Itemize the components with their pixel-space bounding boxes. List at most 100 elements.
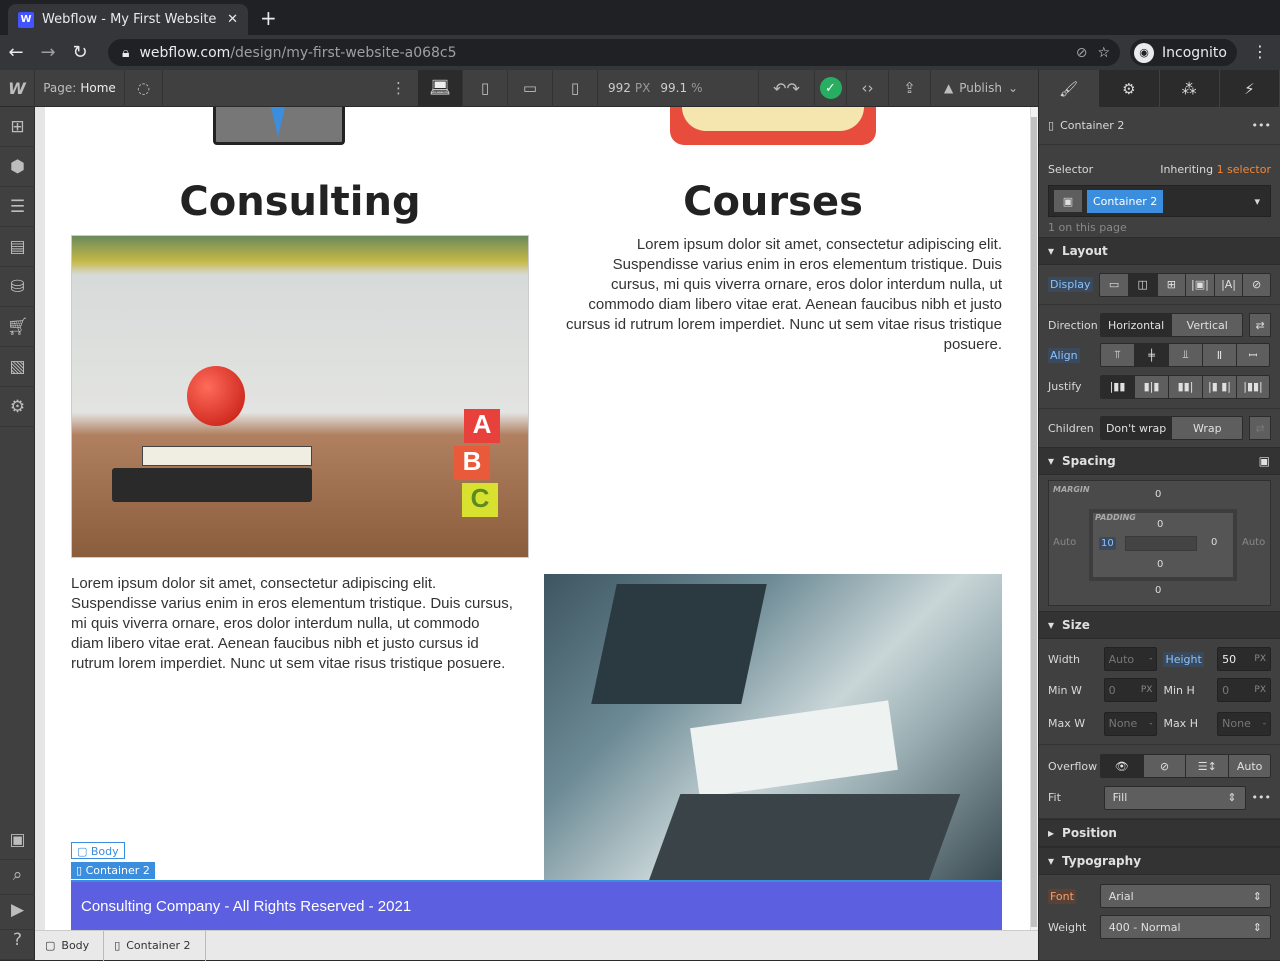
preview-eye-icon[interactable]: ◌ xyxy=(125,69,163,107)
selector-chip[interactable]: Container 2 xyxy=(1087,189,1164,213)
publish-button[interactable]: ▲ Publish ⌄ xyxy=(931,70,1031,107)
weight-select[interactable]: 400 - Normal ⇕ xyxy=(1099,915,1271,939)
fit-more-icon[interactable]: ••• xyxy=(1252,791,1271,804)
selector-field[interactable]: ▣ Container 2 ▾ xyxy=(1048,185,1271,217)
display-inline-block-icon[interactable]: |▣| xyxy=(1186,273,1215,296)
more-options-icon[interactable]: ••• xyxy=(1252,119,1271,132)
display-none-icon[interactable]: ⊘ xyxy=(1243,274,1270,296)
mobile-portrait-breakpoint-icon[interactable]: ▯ xyxy=(553,69,598,107)
forward-icon[interactable]: → xyxy=(32,42,64,63)
style-tab-brush-icon[interactable]: 🖌︎ xyxy=(1039,70,1100,107)
tablet-breakpoint-icon[interactable]: ▯ xyxy=(463,69,508,107)
help-icon[interactable]: ? xyxy=(0,920,35,960)
search-icon[interactable]: ⌕ xyxy=(0,855,35,895)
breadcrumb-container[interactable]: ▯ Container 2 xyxy=(104,930,206,961)
canvas-scroll-thumb[interactable] xyxy=(1031,117,1037,927)
height-input[interactable]: 50 PX xyxy=(1217,647,1271,671)
overflow-scroll-icon[interactable]: ☰↕ xyxy=(1186,755,1230,777)
url-input[interactable]: 🔒︎ webflow.com/design/my-first-website-a… xyxy=(108,39,1120,66)
browser-menu-icon[interactable]: ⋮ xyxy=(1252,42,1268,61)
selector-state-icon[interactable]: ▣ xyxy=(1053,189,1083,213)
padding-top[interactable]: 0 xyxy=(1157,519,1163,530)
page-selector[interactable]: Page: Home xyxy=(35,69,125,107)
style-manager-tab-drops-icon[interactable]: ⁂ xyxy=(1160,70,1220,107)
margin-right[interactable]: Auto xyxy=(1242,537,1265,548)
audit-icon[interactable]: ▣ xyxy=(0,820,35,860)
padding-editor[interactable]: PADDING 0 10 0 0 xyxy=(1089,509,1237,581)
justify-around-icon[interactable]: |▮▮| xyxy=(1237,376,1269,398)
display-grid-icon[interactable]: ⊞ xyxy=(1158,273,1187,296)
breadcrumb-body[interactable]: ▢ Body xyxy=(35,930,105,961)
spacing-editor[interactable]: MARGIN 0 Auto Auto 0 PADDING 0 10 0 0 xyxy=(1048,480,1271,606)
size-section-header[interactable]: ▾ Size xyxy=(1039,611,1280,639)
margin-top[interactable]: 0 xyxy=(1155,489,1161,500)
fit-select[interactable]: Fill ⇕ xyxy=(1103,785,1246,810)
incognito-badge[interactable]: ◉ Incognito xyxy=(1130,39,1237,66)
more-icon[interactable]: ⋮ xyxy=(163,70,418,107)
align-center-icon[interactable]: ╪ xyxy=(1135,344,1169,366)
mobile-landscape-breakpoint-icon[interactable]: ▭ xyxy=(508,69,553,107)
align-baseline-icon[interactable]: ꟷ xyxy=(1237,344,1269,366)
settings-tab-gear-icon[interactable]: ⚙ xyxy=(1099,70,1160,107)
min-width-input[interactable]: 0 PX xyxy=(1103,678,1158,702)
font-select[interactable]: Arial ⇕ xyxy=(1099,884,1271,908)
body-selection-tag[interactable]: ▢ Body xyxy=(71,842,125,859)
spacing-box-icon[interactable]: ▣ xyxy=(1259,454,1270,468)
cms-icon[interactable]: ⛁ xyxy=(0,267,35,307)
children-dont-wrap[interactable]: Don't wrap xyxy=(1100,417,1173,439)
padding-right[interactable]: 0 xyxy=(1211,537,1217,548)
padding-bottom[interactable]: 0 xyxy=(1157,559,1163,570)
typography-section-header[interactable]: ▾ Typography xyxy=(1039,847,1280,875)
justify-between-icon[interactable]: |▮ ▮| xyxy=(1203,375,1237,398)
layout-section-header[interactable]: ▾ Layout xyxy=(1039,237,1280,265)
footer[interactable]: Consulting Company - All Rights Reserved… xyxy=(71,880,1002,930)
position-section-header[interactable]: ▸ Position xyxy=(1039,819,1280,847)
add-panel-icon[interactable]: ⊞ xyxy=(0,107,35,147)
design-canvas[interactable]: Consulting Courses A B C Lorem ipsum dol… xyxy=(35,107,1038,930)
browser-tab[interactable]: W Webflow - My First Website ✕ xyxy=(8,4,248,35)
new-tab-button[interactable]: + xyxy=(260,6,277,30)
code-export-icon[interactable]: ‹› xyxy=(847,69,889,107)
reverse-wrap-icon[interactable]: ⇄ xyxy=(1249,416,1271,440)
navigator-icon[interactable]: ☰ xyxy=(0,187,35,227)
settings-icon[interactable]: ⚙ xyxy=(0,387,35,427)
margin-left[interactable]: Auto xyxy=(1053,537,1076,548)
max-width-input[interactable]: None - xyxy=(1103,711,1158,736)
justify-start-icon[interactable]: |▮▮ xyxy=(1101,375,1135,398)
reload-icon[interactable]: ↻ xyxy=(64,42,96,63)
justify-end-icon[interactable]: ▮▮| xyxy=(1169,375,1203,398)
padding-left[interactable]: 10 xyxy=(1099,537,1116,550)
align-start-icon[interactable]: ⫪ xyxy=(1101,344,1135,366)
overflow-auto[interactable]: Auto xyxy=(1229,755,1270,777)
desktop-breakpoint-icon[interactable]: 💻︎ xyxy=(418,69,463,107)
pages-icon[interactable]: ▤ xyxy=(0,227,35,267)
display-inline-icon[interactable]: |A| xyxy=(1215,273,1244,296)
inherit-selector-link[interactable]: 1 selector xyxy=(1217,163,1271,176)
width-input[interactable]: Auto - xyxy=(1103,647,1158,671)
spacing-section-header[interactable]: ▾ Spacing ▣ xyxy=(1039,447,1280,475)
symbols-icon[interactable]: ⬢ xyxy=(0,147,35,187)
bookmark-star-icon[interactable]: ☆ xyxy=(1097,45,1110,61)
undo-redo-icon[interactable]: ↶↷ xyxy=(758,69,815,107)
margin-bottom[interactable]: 0 xyxy=(1155,585,1161,596)
assets-icon[interactable]: ▧ xyxy=(0,347,35,387)
overflow-visible-eye-icon[interactable]: 👁︎ xyxy=(1100,755,1144,777)
min-height-input[interactable]: 0 PX xyxy=(1217,678,1271,702)
container-selection-tag[interactable]: ▯ Container 2 xyxy=(71,862,155,879)
interactions-tab-bolt-icon[interactable]: ⚡︎ xyxy=(1220,70,1280,107)
align-end-icon[interactable]: ⫫ xyxy=(1169,344,1203,366)
max-height-input[interactable]: None - xyxy=(1217,711,1271,736)
close-tab-icon[interactable]: ✕ xyxy=(227,12,238,27)
ecommerce-icon[interactable]: 🛒︎ xyxy=(0,307,35,347)
direction-vertical[interactable]: Vertical xyxy=(1172,314,1242,336)
webflow-logo-icon[interactable]: W xyxy=(0,69,35,107)
justify-center-icon[interactable]: ▮|▮ xyxy=(1135,375,1169,398)
display-flex-icon[interactable]: ◫ xyxy=(1128,273,1158,296)
children-wrap[interactable]: Wrap xyxy=(1172,417,1242,439)
reverse-direction-icon[interactable]: ⇄ xyxy=(1249,313,1271,337)
share-icon[interactable]: ⇪ xyxy=(889,69,931,107)
display-block-icon[interactable]: ▭ xyxy=(1100,273,1129,296)
overflow-hidden-icon[interactable]: ⊘ xyxy=(1144,755,1187,777)
direction-horizontal[interactable]: Horizontal xyxy=(1100,314,1173,336)
chevron-down-icon[interactable]: ▾ xyxy=(1254,195,1260,208)
